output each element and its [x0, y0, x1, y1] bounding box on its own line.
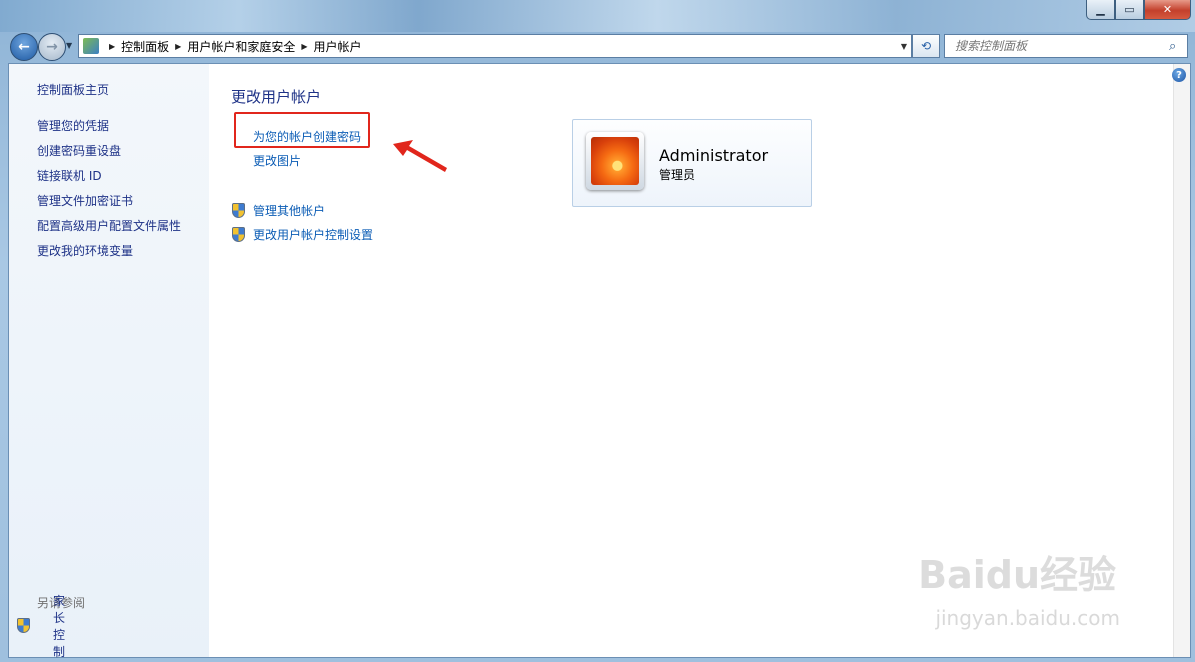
change-picture-link[interactable]: 更改图片	[253, 152, 301, 169]
sidebar-item-environment-variables[interactable]: 更改我的环境变量	[37, 242, 133, 259]
account-tile: Administrator 管理员	[572, 119, 812, 207]
address-dropdown-icon[interactable]: ▼	[901, 42, 907, 51]
breadcrumb-arrow-icon[interactable]: ▶	[175, 42, 181, 51]
avatar[interactable]	[586, 132, 644, 190]
breadcrumb-arrow-icon[interactable]: ▶	[301, 42, 307, 51]
recent-pages-dropdown[interactable]: ▼	[66, 41, 72, 50]
sidebar-item-password-reset-disk[interactable]: 创建密码重设盘	[37, 142, 121, 159]
search-icon[interactable]: ⌕	[1169, 39, 1187, 54]
watermark-logo: Baidu经验	[918, 553, 1116, 597]
title-bar	[0, 0, 1195, 32]
red-arrow-annotation	[393, 140, 447, 172]
sidebar-item-link-online-id[interactable]: 链接联机 ID	[37, 167, 102, 184]
watermark-url: jingyan.baidu.com	[935, 606, 1120, 630]
task-pane: 控制面板主页 管理您的凭据 创建密码重设盘 链接联机 ID 管理文件加密证书 配…	[9, 64, 209, 659]
sidebar-item-profile-properties[interactable]: 配置高级用户配置文件属性	[37, 217, 181, 234]
search-box[interactable]: ⌕	[944, 34, 1188, 58]
search-input[interactable]	[953, 38, 1169, 54]
back-icon[interactable]: ←	[10, 33, 38, 61]
vertical-scrollbar[interactable]: ?	[1172, 64, 1190, 657]
breadcrumb-arrow-icon[interactable]: ▶	[109, 42, 115, 51]
sidebar-item-parental-controls[interactable]: 家长控制	[53, 592, 65, 660]
sidebar-item-credentials[interactable]: 管理您的凭据	[37, 117, 109, 134]
refresh-icon[interactable]: ⟲	[912, 34, 940, 58]
breadcrumb-item[interactable]: 用户帐户	[314, 38, 362, 55]
explorer-window: ▁ ▭ ✕ ← → ▼ ▶ 控制面板 ▶ 用户帐户和家庭安全 ▶ 用户帐户 ▼ …	[0, 0, 1195, 662]
flower-picture	[591, 137, 639, 185]
maximize-button[interactable]: ▭	[1115, 0, 1144, 20]
uac-shield-icon	[17, 618, 30, 633]
manage-accounts-row[interactable]: 管理其他帐户	[232, 202, 325, 219]
create-password-link[interactable]: 为您的帐户创建密码	[253, 128, 361, 145]
minimize-button[interactable]: ▁	[1086, 0, 1115, 20]
caption-buttons: ▁ ▭ ✕	[1086, 0, 1191, 20]
uac-settings-link[interactable]: 更改用户帐户控制设置	[253, 226, 373, 243]
uac-shield-icon	[232, 227, 245, 242]
close-button[interactable]: ✕	[1144, 0, 1191, 20]
forward-icon[interactable]: →	[38, 33, 66, 61]
account-role: 管理员	[659, 168, 696, 182]
uac-settings-row[interactable]: 更改用户帐户控制设置	[232, 226, 373, 243]
uac-shield-icon	[232, 203, 245, 218]
sidebar-item-encryption-certs[interactable]: 管理文件加密证书	[37, 192, 133, 209]
account-name: Administrator	[659, 146, 769, 165]
main-pane: 更改用户帐户 为您的帐户创建密码 更改图片 管理其他帐户 更改用户帐户控制设置 …	[209, 64, 1174, 657]
address-bar[interactable]: ▶ 控制面板 ▶ 用户帐户和家庭安全 ▶ 用户帐户 ▼	[78, 34, 912, 58]
breadcrumb-item[interactable]: 控制面板	[121, 38, 169, 55]
control-panel-icon	[83, 38, 99, 54]
manage-other-accounts-link[interactable]: 管理其他帐户	[253, 202, 325, 219]
content-area: 控制面板主页 管理您的凭据 创建密码重设盘 链接联机 ID 管理文件加密证书 配…	[8, 63, 1191, 659]
help-icon[interactable]: ?	[1172, 68, 1186, 82]
sidebar-item-home[interactable]: 控制面板主页	[37, 81, 109, 98]
parental-controls-row[interactable]: 家长控制	[17, 594, 65, 659]
page-title: 更改用户帐户	[231, 88, 322, 106]
breadcrumb-item[interactable]: 用户帐户和家庭安全	[187, 38, 295, 55]
navigation-bar: ← → ▼ ▶ 控制面板 ▶ 用户帐户和家庭安全 ▶ 用户帐户 ▼ ⟲ ⌕	[0, 32, 1195, 61]
